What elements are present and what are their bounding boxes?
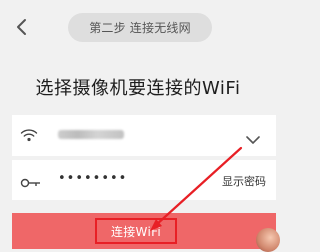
wifi-ssid-obscured [58,130,124,139]
wifi-select[interactable] [12,115,276,156]
page-heading: 选择摄像机要连接的WiFi [35,78,241,99]
password-value[interactable]: •••••••• [58,171,127,186]
connect-wifi-button[interactable]: 连接WiFi [95,218,177,244]
key-icon [20,174,42,193]
connect-wifi-label: 连接WiFi [110,224,162,239]
chevron-down-icon[interactable] [246,130,260,144]
password-field[interactable]: •••••••• 显示密码 [12,160,276,200]
step-title: 第二步 连接无线网 [68,13,212,42]
avatar [256,228,280,252]
step-title-text: 第二步 连接无线网 [89,21,191,35]
show-password-toggle[interactable]: 显示密码 [222,173,266,189]
back-button[interactable] [14,18,30,36]
wifi-icon [20,127,38,147]
chevron-left-icon [17,19,26,35]
